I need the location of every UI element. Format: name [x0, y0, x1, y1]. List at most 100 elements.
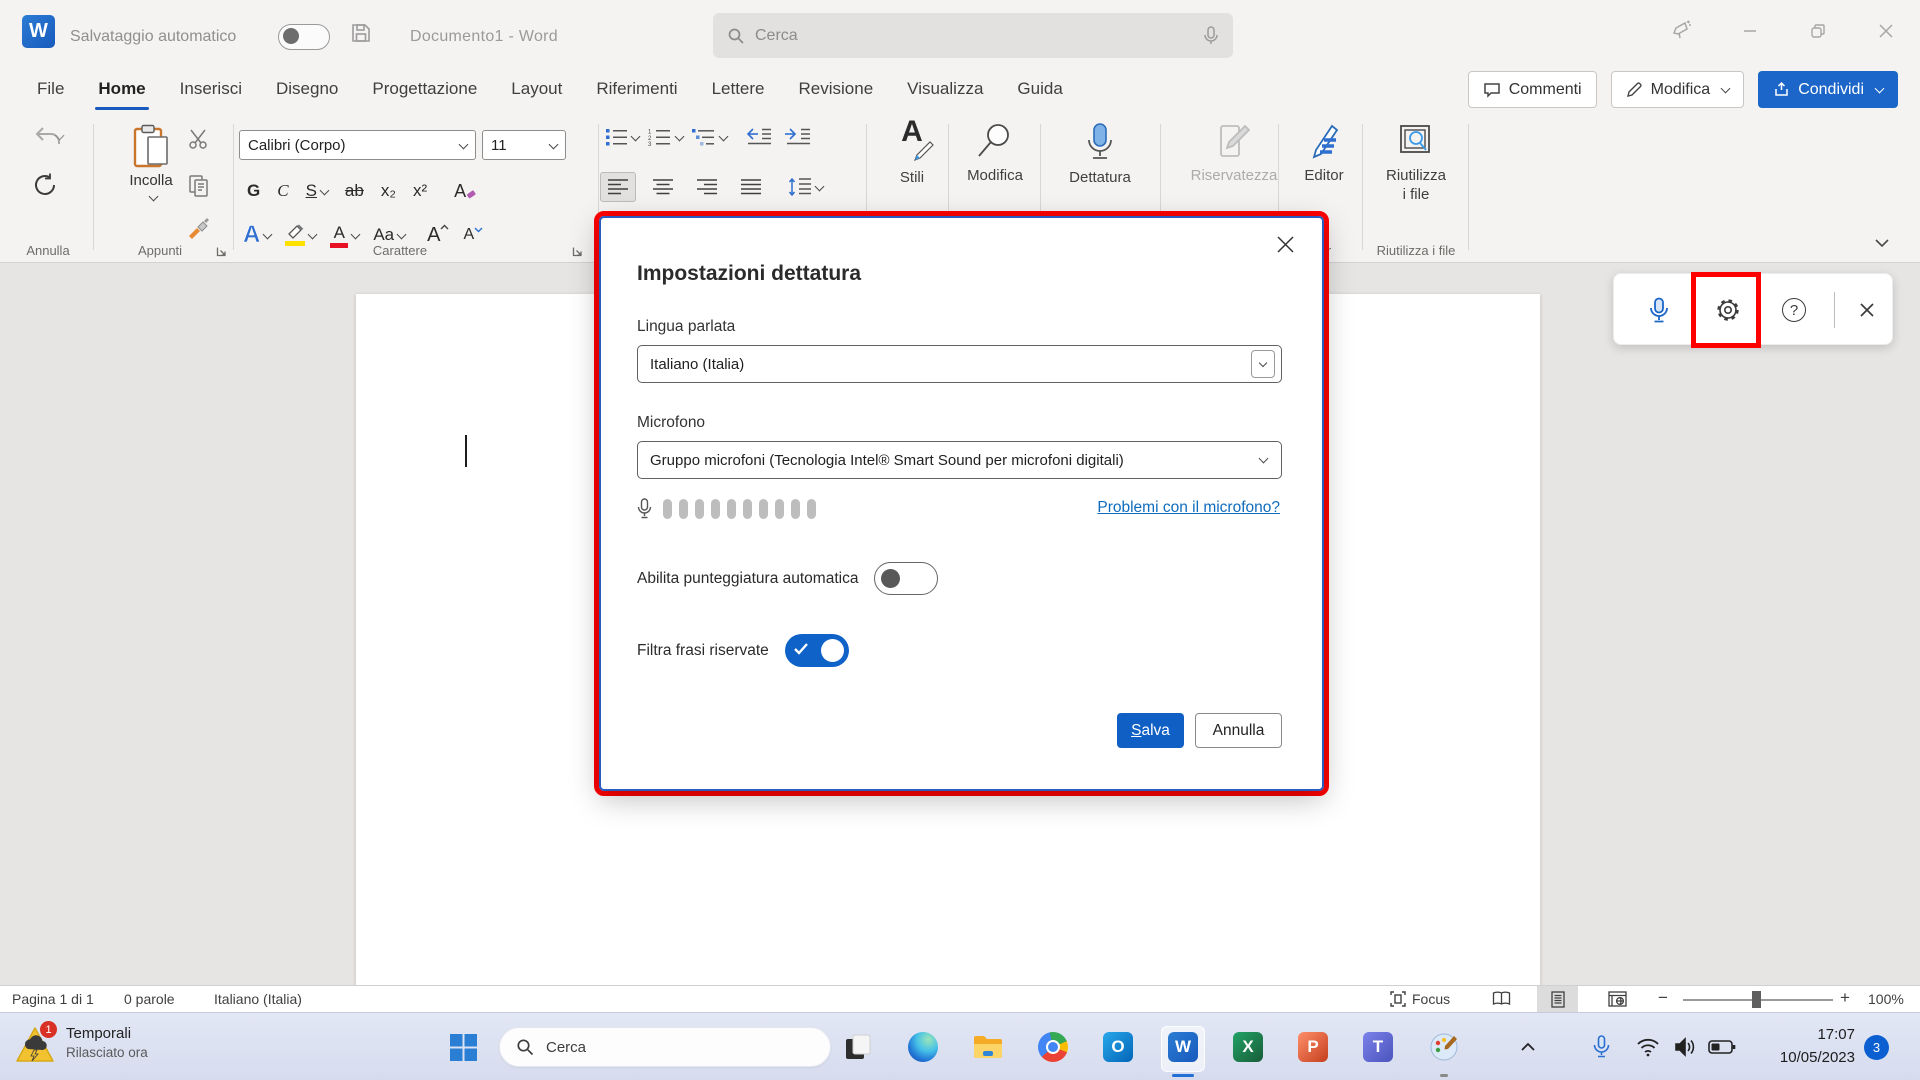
reuse-files-button[interactable]: Riutilizza i file [1366, 122, 1466, 204]
clipboard-dialog-launcher-icon[interactable] [216, 246, 227, 257]
dictation-help-button[interactable]: ? [1771, 274, 1817, 346]
minimize-icon[interactable] [1716, 0, 1784, 62]
tray-volume-icon[interactable] [1670, 1031, 1702, 1063]
focus-mode-button[interactable]: Focus [1390, 991, 1450, 1007]
mic-help-link[interactable]: Problemi con il microfono? [1097, 499, 1280, 517]
tab-visualizza[interactable]: Visualizza [890, 62, 1000, 116]
zoom-slider-knob[interactable] [1752, 991, 1761, 1008]
save-icon[interactable] [350, 22, 372, 44]
taskbar-excel-icon[interactable]: X [1232, 1031, 1264, 1063]
undo-dropdown-chevron[interactable] [52, 128, 63, 145]
align-center-button[interactable] [646, 173, 680, 201]
font-size-select[interactable]: 11 [482, 130, 566, 160]
decrease-indent-button[interactable] [746, 128, 772, 146]
tray-chevron-up-icon[interactable] [1512, 1031, 1544, 1063]
tab-disegno[interactable]: Disegno [259, 62, 355, 116]
start-button[interactable] [447, 1031, 479, 1063]
tray-clock[interactable]: 17:07 10/05/2023 [1750, 1023, 1855, 1069]
taskbar-search-input[interactable]: Cerca [499, 1027, 831, 1067]
editor-button[interactable]: Editor [1286, 122, 1362, 185]
tab-file[interactable]: File [20, 62, 81, 116]
read-mode-button[interactable] [1492, 991, 1511, 1006]
tab-inserisci[interactable]: Inserisci [163, 62, 259, 116]
autosave-toggle[interactable] [278, 24, 330, 50]
tray-wifi-icon[interactable] [1632, 1031, 1664, 1063]
zoom-level[interactable]: 100% [1868, 991, 1904, 1007]
tab-home[interactable]: Home [81, 62, 162, 116]
zoom-out-button[interactable]: − [1658, 988, 1668, 1008]
align-right-button[interactable] [690, 173, 724, 201]
numbered-list-button[interactable]: 123 [648, 128, 683, 146]
taskbar-powerpoint-icon[interactable]: P [1297, 1031, 1329, 1063]
print-layout-button[interactable] [1537, 986, 1578, 1012]
repeat-button[interactable] [32, 172, 58, 198]
word-logo-icon[interactable]: W [22, 15, 55, 48]
taskbar-word-icon[interactable]: W [1167, 1031, 1199, 1063]
tab-riferimenti[interactable]: Riferimenti [579, 62, 694, 116]
clear-formatting-button[interactable]: A [454, 181, 476, 202]
notification-count-badge[interactable]: 3 [1864, 1035, 1889, 1060]
increase-indent-button[interactable] [785, 128, 811, 146]
shrink-font-button[interactable]: A [463, 226, 483, 244]
language-indicator[interactable]: Italiano (Italia) [214, 991, 302, 1007]
dictate-button[interactable]: Dettatura [1048, 122, 1152, 187]
subscript-button[interactable]: x₂ [381, 181, 396, 201]
line-spacing-button[interactable] [788, 178, 823, 196]
italic-button[interactable]: C [277, 181, 288, 201]
editing-mode-button[interactable]: Modifica [1611, 71, 1745, 108]
tab-layout[interactable]: Layout [494, 62, 579, 116]
weather-widget[interactable]: 1 Temporali Rilasciato ora [14, 1025, 148, 1065]
tab-lettere[interactable]: Lettere [695, 62, 782, 116]
comments-button[interactable]: Commenti [1468, 71, 1597, 108]
page-indicator[interactable]: Pagina 1 di 1 [12, 991, 94, 1007]
editing-button[interactable]: Modifica [952, 122, 1038, 185]
superscript-button[interactable]: x² [413, 181, 427, 201]
paste-button[interactable]: Incolla [118, 124, 184, 206]
multilevel-list-button[interactable] [692, 128, 727, 146]
tray-battery-icon[interactable] [1706, 1031, 1738, 1063]
close-icon[interactable] [1852, 0, 1920, 62]
taskbar-file-explorer-icon[interactable] [972, 1031, 1004, 1063]
taskbar-app-window-icon[interactable] [842, 1031, 874, 1063]
bold-button[interactable]: G [247, 181, 260, 201]
tab-revisione[interactable]: Revisione [782, 62, 891, 116]
voice-search-mic-icon[interactable] [1203, 26, 1219, 46]
taskbar-paint-icon[interactable] [1428, 1031, 1460, 1063]
filter-phrases-toggle[interactable] [785, 634, 849, 667]
dictation-mic-button[interactable] [1636, 274, 1682, 346]
restore-icon[interactable] [1784, 0, 1852, 62]
taskbar-chrome-icon[interactable] [1037, 1031, 1069, 1063]
cut-scissors-icon[interactable] [188, 128, 210, 150]
auto-punctuation-toggle[interactable] [874, 562, 938, 595]
change-case-button[interactable]: Aa [373, 225, 405, 245]
dialog-close-icon[interactable] [1271, 230, 1300, 259]
taskbar-edge-icon[interactable] [907, 1031, 939, 1063]
strikethrough-button[interactable]: ab [345, 181, 364, 201]
cancel-button[interactable]: Annulla [1195, 713, 1282, 748]
web-layout-button[interactable] [1608, 991, 1627, 1007]
tray-mic-icon[interactable] [1585, 1031, 1617, 1063]
word-count[interactable]: 0 parole [124, 991, 175, 1007]
bullet-list-button[interactable] [606, 128, 639, 146]
share-button[interactable]: Condividi [1758, 71, 1898, 108]
font-family-select[interactable]: Calibri (Corpo) [239, 130, 476, 160]
align-left-button[interactable] [600, 172, 636, 202]
collapse-ribbon-chevron-icon[interactable] [1874, 238, 1890, 248]
coming-soon-megaphone-icon[interactable] [1648, 0, 1716, 62]
save-button[interactable]: Salva [1117, 713, 1184, 748]
justify-button[interactable] [734, 173, 768, 201]
format-painter-icon[interactable] [186, 214, 212, 240]
tab-progettazione[interactable]: Progettazione [355, 62, 494, 116]
dictation-close-button[interactable] [1846, 274, 1888, 346]
tab-guida[interactable]: Guida [1000, 62, 1079, 116]
taskbar-outlook-icon[interactable]: O [1102, 1031, 1134, 1063]
underline-button[interactable]: S [306, 181, 328, 201]
microphone-select[interactable]: Gruppo microfoni (Tecnologia Intel® Smar… [637, 441, 1282, 479]
zoom-in-button[interactable]: + [1840, 988, 1850, 1008]
copy-icon[interactable] [188, 174, 210, 198]
language-select[interactable]: Italiano (Italia) [637, 345, 1282, 383]
styles-button[interactable]: A Stili [874, 122, 950, 187]
font-dialog-launcher-icon[interactable] [572, 246, 583, 257]
taskbar-teams-icon[interactable]: T [1362, 1031, 1394, 1063]
titlebar-search-input[interactable]: Cerca [713, 13, 1233, 58]
